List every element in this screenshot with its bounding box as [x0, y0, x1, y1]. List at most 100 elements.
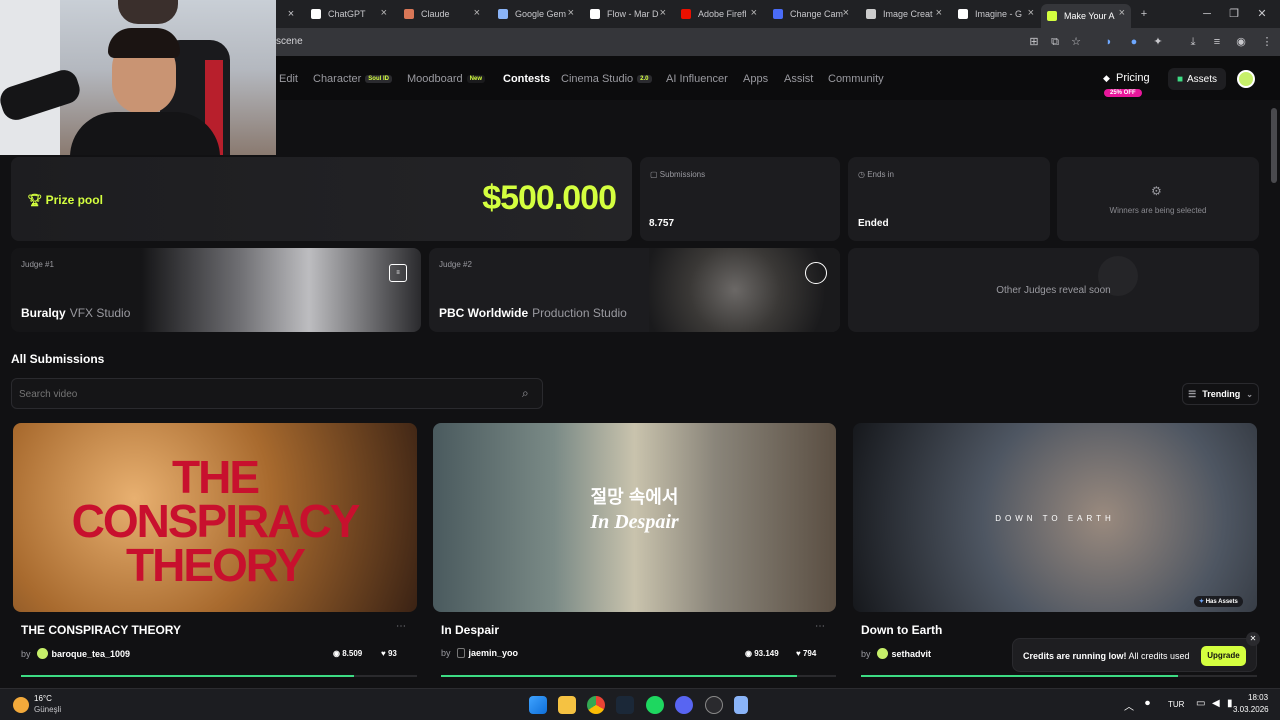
author-avatar[interactable]: [876, 648, 888, 659]
nav-badge: 2.0: [637, 75, 652, 84]
profile-avatar-icon[interactable]: ◉: [1234, 35, 1248, 49]
browser-tab[interactable]: Imagine - G ×: [952, 4, 1040, 24]
more-options-icon[interactable]: ⋯: [396, 621, 406, 632]
browser-tab[interactable]: Google Gem ×: [492, 4, 580, 24]
new-tab-button[interactable]: +: [1137, 7, 1151, 21]
winners-text: Winners are being selected: [1109, 206, 1207, 215]
battery-icon[interactable]: ▮: [1227, 698, 1233, 709]
translate-icon[interactable]: ⊞: [1027, 35, 1041, 49]
upgrade-button[interactable]: Upgrade: [1201, 646, 1246, 666]
extension-badge-icon[interactable]: ●: [1127, 35, 1141, 49]
nav-item-assist[interactable]: Assist: [784, 73, 813, 85]
tab-close-icon[interactable]: ×: [936, 7, 942, 19]
diamond-icon: ◆: [1103, 73, 1110, 83]
thumb-2-kr-text: 절망 속에서: [590, 487, 679, 507]
browser-tab[interactable]: Image Creat ×: [860, 4, 948, 24]
submissions-card: ▢ Submissions 8.757: [640, 157, 840, 241]
more-options-icon[interactable]: ⋯: [815, 621, 825, 632]
clock-date[interactable]: 3.03.2026: [1233, 705, 1269, 714]
file-explorer-icon[interactable]: [558, 696, 576, 714]
nav-item-cinema-studio[interactable]: Cinema Studio 2.0: [561, 73, 652, 85]
network-icon[interactable]: ▭: [1196, 698, 1205, 709]
spotify-icon[interactable]: [646, 696, 664, 714]
sort-dropdown[interactable]: ☰ Trending ⌄: [1182, 383, 1259, 405]
nav-item-apps[interactable]: Apps: [743, 73, 768, 85]
discord-icon[interactable]: [675, 696, 693, 714]
eye-icon: ◉: [333, 649, 343, 658]
nav-item-contests[interactable]: Contests: [503, 73, 550, 85]
tab-close-icon[interactable]: ×: [284, 7, 298, 21]
tab-close-icon[interactable]: ×: [474, 7, 480, 19]
submission-thumb-2[interactable]: 절망 속에서 In Despair: [433, 423, 836, 612]
assets-button[interactable]: ■ Assets: [1168, 68, 1226, 90]
browser-tab[interactable]: ChatGPT ×: [305, 4, 393, 24]
close-window-icon[interactable]: ✕: [1255, 7, 1269, 21]
bookmark-star-icon[interactable]: ☆: [1069, 35, 1083, 49]
minimize-icon[interactable]: ─: [1200, 7, 1214, 21]
nav-item-character[interactable]: Character Soul ID: [313, 73, 392, 85]
judge-2-photo: [649, 248, 840, 332]
user-avatar[interactable]: [1237, 70, 1255, 88]
page-scrollbar-thumb[interactable]: [1271, 108, 1277, 183]
browser-menu-icon[interactable]: ⋮: [1260, 35, 1274, 49]
clock-time[interactable]: 18:03: [1248, 693, 1268, 702]
tab-close-icon[interactable]: ×: [1028, 7, 1034, 19]
sparkle-icon: ✦: [1199, 599, 1206, 605]
notepad-icon[interactable]: [734, 696, 748, 714]
tab-close-icon[interactable]: ×: [1119, 7, 1125, 19]
tab-close-icon[interactable]: ×: [381, 7, 387, 19]
nav-badge: New: [466, 75, 485, 84]
steam-icon[interactable]: [616, 696, 634, 714]
tray-chevron-icon[interactable]: ︿: [1124, 698, 1134, 713]
nav-item-ai-influencer[interactable]: AI Influencer: [666, 73, 728, 85]
windows-start-icon[interactable]: [529, 696, 547, 714]
judge-card-2[interactable]: Judge #2 PBC Worldwide Production Studio: [429, 248, 840, 332]
browser-tab[interactable]: Adobe Firefl ×: [675, 4, 763, 24]
search-icon[interactable]: ⌕: [522, 386, 529, 401]
volume-icon[interactable]: ◀: [1212, 698, 1220, 709]
app-circle-icon[interactable]: [705, 696, 723, 714]
url-text[interactable]: scene: [276, 36, 303, 47]
browser-tab[interactable]: Change Cam ×: [767, 4, 855, 24]
tab-close-icon[interactable]: ×: [751, 7, 757, 19]
tab-close-icon[interactable]: ×: [660, 7, 666, 19]
judge-card-1[interactable]: Judge #1 Buralqy VFX Studio ≡: [11, 248, 421, 332]
extensions-puzzle-icon[interactable]: ✦: [1151, 35, 1165, 49]
search-box[interactable]: ⌕: [11, 378, 543, 409]
search-input[interactable]: [19, 386, 499, 402]
tab-label: Adobe Firefl: [698, 9, 747, 19]
tab-close-icon[interactable]: ×: [843, 7, 849, 19]
language-indicator[interactable]: TUR: [1168, 700, 1184, 709]
submission-title-2[interactable]: In Despair: [441, 623, 499, 637]
nav-item-edit[interactable]: Edit: [279, 73, 298, 85]
extension-icon[interactable]: ◗: [1102, 35, 1116, 49]
browser-tab[interactable]: Claude ×: [398, 4, 486, 24]
chevron-down-icon: ⌄: [1246, 389, 1253, 399]
toast-close-icon[interactable]: ✕: [1246, 632, 1260, 646]
chrome-icon[interactable]: [587, 696, 605, 714]
microphone-icon[interactable]: ⏺: [1145, 698, 1150, 709]
weather-desc[interactable]: Güneşli: [34, 705, 61, 714]
ends-in-label: ◷ Ends in: [858, 170, 894, 179]
tab-close-icon[interactable]: ×: [568, 7, 574, 19]
weather-temp[interactable]: 16°C: [34, 694, 52, 703]
submission-title-1[interactable]: THE CONSPIRACY THEORY: [21, 623, 181, 637]
nav-item-moodboard[interactable]: Moodboard New: [407, 73, 485, 85]
os-taskbar: 16°C Güneşli ︿ ⏺ TUR ▭ ◀ ▮ 18:03 3.03.20…: [0, 688, 1280, 720]
submission-title-3[interactable]: Down to Earth: [861, 623, 942, 637]
author-avatar[interactable]: [36, 648, 48, 659]
submission-thumb-1[interactable]: THE CONSPIRACY THEORY: [13, 423, 417, 612]
submission-thumb-3[interactable]: DOWN TO EARTH ✦ Has Assets: [853, 423, 1257, 612]
webcam-shirt: [70, 112, 220, 155]
reading-list-icon[interactable]: ≡: [1210, 35, 1224, 49]
nav-item-community[interactable]: Community: [828, 73, 884, 85]
browser-tab[interactable]: Flow - Mar D ×: [584, 4, 672, 24]
download-icon[interactable]: ⤓: [1186, 35, 1200, 49]
author-avatar[interactable]: [456, 648, 465, 658]
restore-icon[interactable]: ❐: [1227, 7, 1241, 21]
weather-sun-icon[interactable]: [13, 697, 29, 713]
pricing-link[interactable]: ◆ Pricing: [1103, 72, 1150, 84]
judge-2-logo: [805, 262, 827, 284]
install-app-icon[interactable]: ⧉: [1048, 35, 1062, 49]
browser-tab[interactable]: Make Your A ×: [1041, 4, 1131, 28]
